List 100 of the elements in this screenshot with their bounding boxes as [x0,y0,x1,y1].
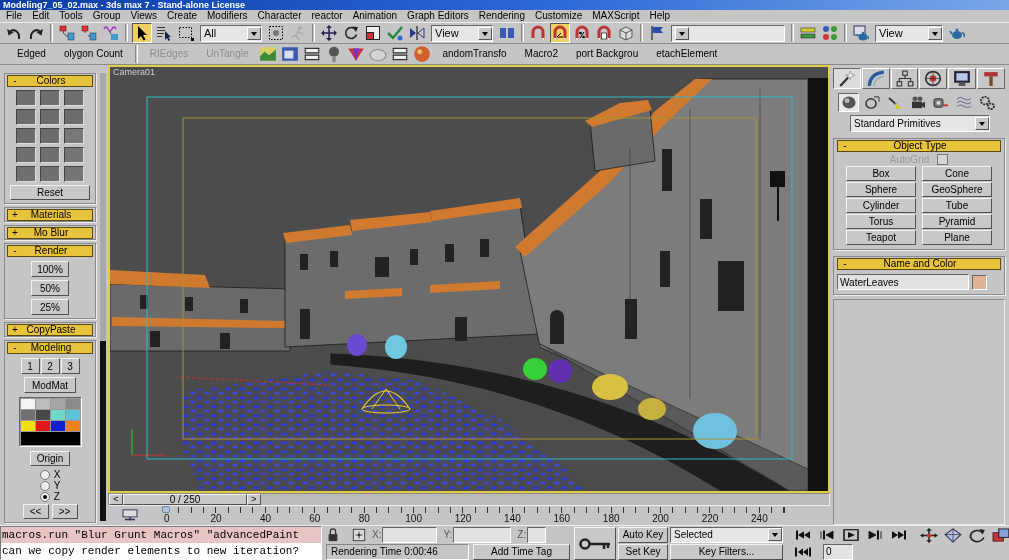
key-set-dropdown[interactable]: Selected [670,526,783,543]
key-filters-button[interactable]: Key Filters... [670,543,783,560]
rollout-toggle[interactable]: - [838,259,852,269]
palette-swatch[interactable] [20,421,35,431]
primitive-button[interactable]: Plane [922,230,992,245]
step-button[interactable]: << [22,504,49,519]
primitive-button[interactable]: Torus [846,214,916,229]
color-swatch[interactable] [16,128,36,144]
rollout-header[interactable]: - Name and Color [837,258,1001,270]
palette-swatch[interactable] [35,399,50,409]
palette-swatch[interactable] [20,410,35,420]
dashed-square-icon[interactable] [266,23,286,43]
axis-radio-option[interactable]: Z [39,491,61,502]
lock-icon[interactable] [326,527,340,542]
time-slider-thumb[interactable]: 0 / 250 [123,494,247,505]
primitive-button[interactable]: Box [846,166,916,181]
window-icon[interactable] [281,45,300,63]
coordinate-field[interactable] [453,526,512,543]
primitive-button[interactable]: Sphere [846,182,916,197]
auto-key-button[interactable]: Auto Key [618,526,668,543]
four-arrows-icon[interactable] [920,528,938,543]
render-size-button[interactable]: 50% [31,280,69,296]
color-swatch[interactable] [40,128,60,144]
four-dots-icon[interactable] [820,23,840,43]
skip-to-start-icon[interactable] [795,528,811,541]
skip-to-end-icon[interactable] [891,528,907,541]
color-swatch[interactable] [40,166,60,182]
current-frame-field[interactable]: 0 [823,543,853,560]
reset-button[interactable]: Reset [10,185,90,200]
color-swatch[interactable] [16,166,36,182]
rollout-header[interactable]: + CopyPaste [7,324,93,336]
primitive-button[interactable]: Tube [922,198,992,213]
color-swatch[interactable] [64,90,84,106]
rewind-bars-icon[interactable] [795,545,811,558]
menu-item[interactable]: Help [644,10,676,22]
palette-swatch[interactable] [50,410,65,420]
primitive-button[interactable]: GeoSphere [922,182,992,197]
rollout-header[interactable]: - Render [7,245,93,257]
primitive-button[interactable]: Pyramid [922,214,992,229]
play-icon[interactable] [843,528,859,541]
menu-item[interactable]: Create [162,10,203,22]
rollout-toggle[interactable]: - [8,343,22,353]
coordinate-field[interactable] [527,526,547,543]
palette-swatch[interactable] [35,410,50,420]
previous-frame-icon[interactable] [819,528,835,541]
funnel-icon[interactable] [347,45,366,63]
add-time-tag-button[interactable]: Add Time Tag [473,543,570,560]
circular-arrow-icon[interactable] [968,528,986,543]
mirror-icon[interactable] [407,23,427,43]
palette-swatch[interactable] [50,421,65,431]
menu-item[interactable]: Modifiers [202,10,253,22]
rollout-header[interactable]: - Object Type [837,140,1001,152]
macro-button[interactable]: port Backgrou [566,47,648,61]
stack-icon[interactable] [303,45,322,63]
diamond-icon[interactable] [944,528,962,543]
menu-item[interactable]: Character [252,10,307,22]
scrollbar-track[interactable] [100,73,106,521]
menu-item[interactable]: File [1,10,28,22]
menu-item[interactable]: Graph Editors [402,10,474,22]
color-swatch[interactable] [64,109,84,125]
object-category-dropdown[interactable]: Standard Primitives [850,115,990,132]
link-icon[interactable] [57,23,77,43]
named-selection-dropdown[interactable] [671,24,785,42]
rollout-header[interactable]: + Materials [7,209,93,221]
modmat-button[interactable]: ModMat [24,377,76,393]
crosshair-box-icon[interactable] [352,527,366,542]
stack-icon[interactable] [391,45,410,63]
object-color-swatch[interactable] [972,274,987,290]
current-frame-marker[interactable] [162,506,170,513]
macro-button[interactable]: etachElement [647,47,727,61]
rollout-toggle[interactable]: + [8,210,22,220]
rollout-toggle[interactable]: - [8,76,22,86]
object-name-field[interactable]: WaterLeaves [837,274,969,290]
menu-item[interactable]: Tools [54,10,88,22]
category-button[interactable] [838,93,859,112]
rollout-header[interactable]: - Colors [7,75,93,87]
primitive-button[interactable]: Cone [922,166,992,181]
render-type-dropdown[interactable]: View [875,24,943,42]
color-swatch[interactable] [64,147,84,163]
angle-magnet-icon[interactable] [550,23,570,43]
color-swatch[interactable] [64,128,84,144]
origin-button[interactable]: Origin [30,451,70,466]
macro-button[interactable]: andomTransfo [433,47,516,61]
arrow-cursor-icon[interactable] [132,23,152,43]
command-panel-tab[interactable] [833,68,861,89]
next-frame-icon[interactable] [867,528,883,541]
menu-item[interactable]: Animation [347,10,403,22]
color-swatch[interactable] [64,166,84,182]
palette-swatch[interactable] [65,421,80,431]
primitive-button[interactable]: Cylinder [846,198,916,213]
time-slider-track[interactable]: < 0 / 250 > [108,493,830,506]
color-swatch[interactable] [16,147,36,163]
color-swatch[interactable] [40,147,60,163]
overlapping-squares-icon[interactable] [992,528,1009,543]
rollout-header[interactable]: - Modeling [7,342,93,354]
step-button[interactable]: >> [51,504,78,519]
palette-swatch[interactable] [65,410,80,420]
menu-item[interactable]: Views [125,10,162,22]
render-size-button[interactable]: 25% [31,299,69,315]
unlink-icon[interactable] [79,23,99,43]
